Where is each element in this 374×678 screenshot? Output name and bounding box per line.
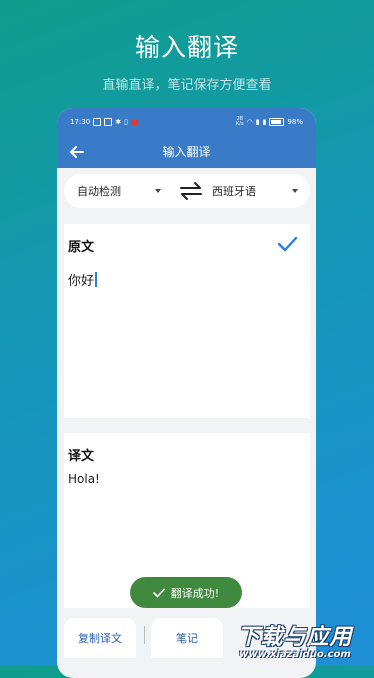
chevron-down-icon [155, 189, 161, 193]
status-time: 17:30 [70, 118, 91, 126]
swap-arrows-icon[interactable] [178, 181, 204, 201]
hero-subtitle: 直输直译，笔记保存方便查看 [102, 78, 272, 93]
source-language-select[interactable]: 自动检测 [64, 183, 165, 199]
app-notification-icon [104, 118, 113, 126]
page-title: 输入翻译 [162, 145, 211, 159]
source-text-input[interactable]: 你好 [68, 270, 97, 289]
net-speed: 28 K/s [236, 116, 244, 127]
vibrate-icon: ▯ [124, 118, 128, 126]
divider [144, 626, 145, 644]
recording-icon [130, 119, 138, 125]
phone-screen: 17:30 ✱ ▯ 28 K/s ◠ ▮ ▮ 98% 输入翻译 自动检测 西班牙… [57, 108, 316, 678]
watermark-logo: 下载与应用 www.xiazaiduo.com [221, 619, 369, 663]
target-language-label: 西班牙语 [212, 185, 256, 198]
source-label: 原文 [68, 240, 95, 255]
battery-icon [269, 118, 285, 126]
wifi-icon: ◠ [246, 118, 253, 126]
target-language-select[interactable]: 西班牙语 [212, 183, 302, 199]
chevron-down-icon [292, 189, 298, 193]
status-left: 17:30 ✱ ▯ [70, 118, 138, 126]
success-toast: 翻译成功! [130, 577, 242, 608]
battery-percent: 98% [287, 118, 303, 126]
app-bar: 17:30 ✱ ▯ 28 K/s ◠ ▮ ▮ 98% 输入翻译 [57, 108, 316, 168]
status-bar: 17:30 ✱ ▯ 28 K/s ◠ ▮ ▮ 98% [57, 108, 316, 136]
signal-icon-2: ▮ [262, 118, 267, 126]
check-icon [152, 588, 165, 597]
source-language-label: 自动检测 [77, 185, 121, 198]
language-selector-bar: 自动检测 西班牙语 [64, 174, 310, 208]
target-label: 译文 [68, 449, 95, 464]
copy-translation-button[interactable]: 复制译文 [64, 618, 136, 658]
toast-text: 翻译成功! [170, 586, 220, 600]
status-right: 28 K/s ◠ ▮ ▮ 98% [236, 117, 303, 127]
source-text-card[interactable]: 原文 你好 [64, 224, 310, 418]
bluetooth-icon: ✱ [115, 118, 122, 126]
check-icon[interactable] [276, 234, 298, 254]
toolbar: 输入翻译 [57, 136, 316, 168]
watermark-url: www.xiazaiduo.com [239, 649, 351, 660]
text-cursor [95, 272, 97, 287]
note-button[interactable]: 笔记 [151, 618, 223, 658]
translated-text: Hola! [68, 472, 100, 486]
watermark-main: 下载与应用 [237, 625, 353, 650]
source-text: 你好 [68, 274, 95, 289]
notification-icon [93, 118, 102, 126]
hero-title: 输入翻译 [134, 33, 239, 62]
signal-icon: ▮ [255, 118, 260, 126]
